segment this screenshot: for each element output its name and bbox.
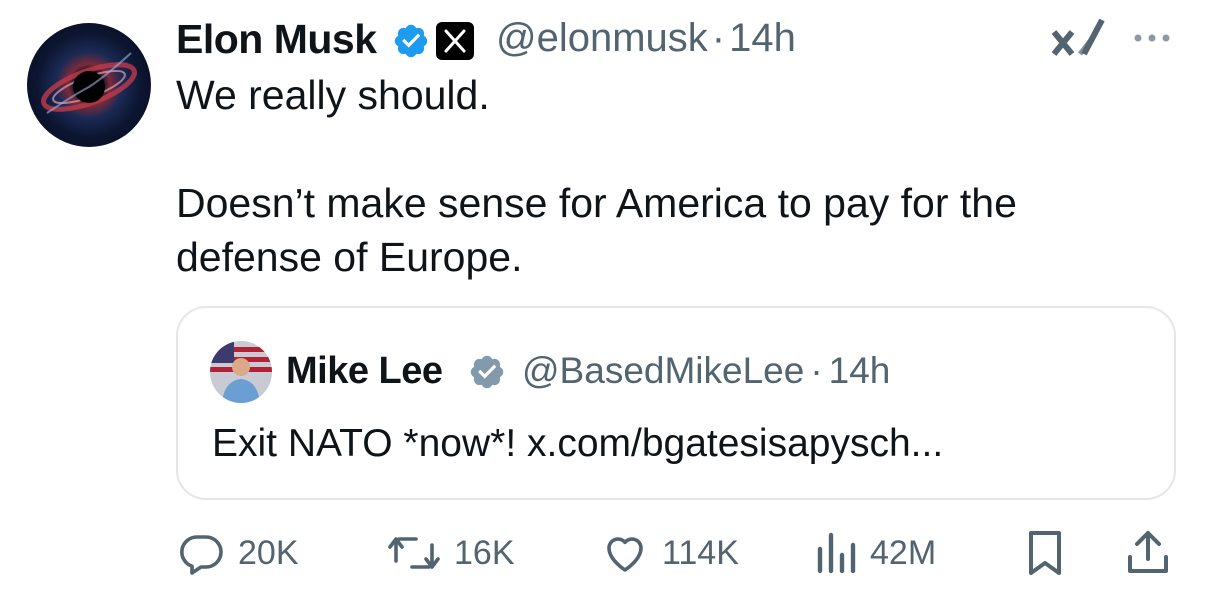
like-button[interactable]: 114K bbox=[600, 530, 739, 576]
like-icon bbox=[607, 537, 643, 572]
quoted-author-avatar[interactable] bbox=[210, 341, 272, 403]
author-meta: @elonmusk · 14h bbox=[496, 16, 796, 61]
quoted-author-meta: @BasedMikeLee · 14h bbox=[522, 350, 890, 392]
x-affiliation-badge bbox=[436, 22, 474, 60]
repost-button[interactable]: 16K bbox=[386, 530, 515, 576]
bookmark-icon bbox=[1029, 531, 1061, 575]
reply-icon bbox=[180, 535, 223, 575]
quoted-verified-badge-icon bbox=[470, 355, 504, 389]
author-name[interactable]: Elon Musk bbox=[176, 16, 377, 63]
like-count: 114K bbox=[662, 533, 739, 572]
share-button[interactable] bbox=[1126, 530, 1170, 576]
views-count: 42M bbox=[870, 533, 937, 572]
bookmark-button[interactable] bbox=[1024, 530, 1066, 576]
more-icon[interactable] bbox=[1130, 28, 1174, 48]
xai-logo-icon bbox=[1051, 18, 1105, 56]
quoted-post-time[interactable]: 14h bbox=[829, 350, 891, 391]
tweet-text-line-1: We really should. bbox=[176, 72, 490, 118]
repost-icon bbox=[388, 537, 440, 569]
repost-count: 16K bbox=[454, 533, 515, 572]
verified-badge-icon bbox=[394, 24, 428, 58]
quoted-meta-separator: · bbox=[810, 350, 823, 391]
quoted-tweet-text: Exit NATO *now*! x.com/bgatesisapysch... bbox=[212, 422, 944, 465]
author-avatar[interactable] bbox=[27, 23, 151, 147]
post-time[interactable]: 14h bbox=[729, 16, 796, 60]
reply-button[interactable]: 20K bbox=[178, 530, 299, 576]
views-button[interactable]: 42M bbox=[814, 530, 936, 576]
quoted-author-handle[interactable]: @BasedMikeLee bbox=[522, 350, 804, 391]
meta-separator: · bbox=[711, 16, 726, 60]
views-icon bbox=[817, 532, 856, 574]
quoted-tweet-card[interactable] bbox=[176, 306, 1176, 500]
share-icon bbox=[1128, 531, 1168, 573]
author-handle[interactable]: @elonmusk bbox=[496, 16, 708, 60]
quoted-author-name[interactable]: Mike Lee bbox=[286, 350, 443, 393]
tweet-text-line-3: defense of Europe. bbox=[176, 234, 523, 280]
reply-count: 20K bbox=[238, 533, 299, 572]
tweet-text-line-2: Doesn’t make sense for America to pay fo… bbox=[176, 180, 1017, 226]
x-logo-icon bbox=[444, 29, 466, 53]
